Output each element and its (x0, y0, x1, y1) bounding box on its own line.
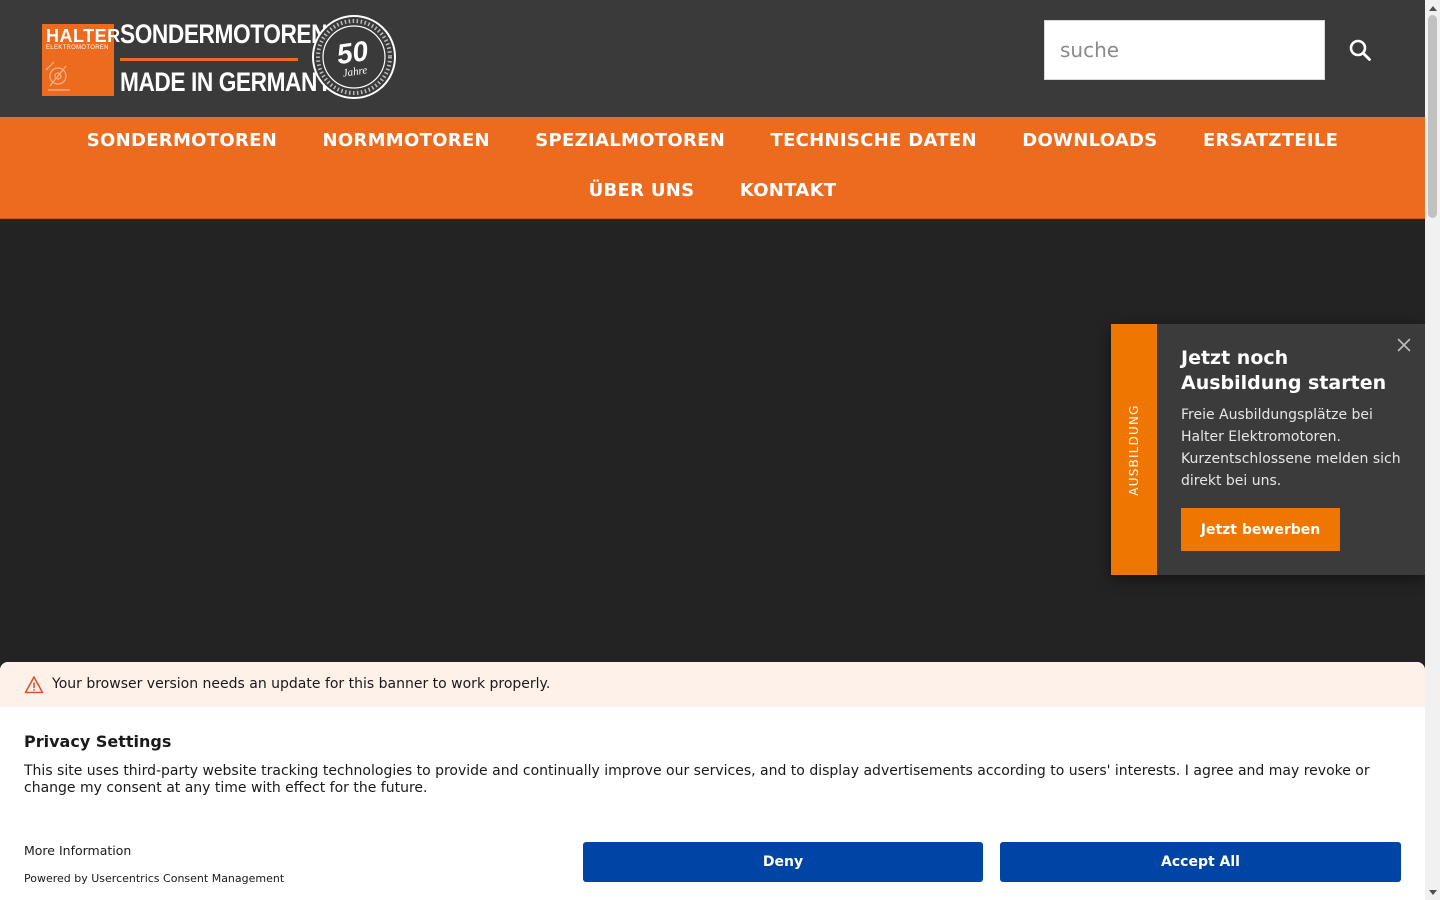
consent-title: Privacy Settings (24, 732, 172, 751)
nav-item-ueber-uns[interactable]: ÜBER UNS (566, 179, 717, 203)
logo-divider (120, 58, 298, 61)
deny-button[interactable]: Deny (583, 842, 983, 882)
ausbildung-popup: AUSBILDUNG Jetzt noch Ausbildung starten… (1111, 324, 1425, 575)
popup-side-tab[interactable]: AUSBILDUNG (1111, 324, 1157, 575)
nav-item-sondermotoren[interactable]: SONDERMOTOREN (64, 129, 300, 153)
nav-item-downloads[interactable]: DOWNLOADS (1000, 129, 1181, 153)
site-header: HALTER ELEKTROMOTOREN SONDERMOTOREN MADE… (0, 0, 1425, 117)
nav-row-primary: SONDERMOTOREN NORMMOTOREN SPEZIALMOTOREN… (0, 129, 1425, 153)
search-box (1044, 20, 1325, 80)
more-information-link[interactable]: More Information (24, 843, 131, 858)
motor-icon (45, 61, 70, 91)
anniversary-seal-icon: 50 Jahre (312, 15, 396, 99)
browser-warning-bar: Your browser version needs an update for… (0, 662, 1425, 707)
search-button[interactable] (1340, 30, 1380, 70)
logo-line-made-in-germany: MADE IN GERMANY (120, 67, 332, 97)
nav-item-spezialmotoren[interactable]: SPEZIALMOTOREN (513, 129, 748, 153)
accept-all-button[interactable]: Accept All (1000, 842, 1401, 882)
warning-triangle-icon (24, 676, 44, 694)
chevron-up-icon (1428, 5, 1437, 11)
page-scrollbar[interactable] (1425, 0, 1440, 900)
logo-brand-sub: ELEKTROMOTOREN (46, 45, 109, 51)
nav-item-technische-daten[interactable]: TECHNISCHE DATEN (748, 129, 1000, 153)
popup-title: Jetzt noch Ausbildung starten (1181, 347, 1387, 394)
popup-text: Freie Ausbildungsplätze bei Halter Elekt… (1181, 407, 1401, 489)
nav-item-ersatzteile[interactable]: ERSATZTEILE (1180, 129, 1361, 153)
scrollbar-thumb[interactable] (1428, 15, 1437, 218)
privacy-consent-banner: Your browser version needs an update for… (0, 662, 1425, 900)
logo-line-sondermotoren: SONDERMOTOREN (120, 19, 328, 49)
logo-badge: HALTER ELEKTROMOTOREN (42, 24, 120, 96)
apply-now-button[interactable]: Jetzt bewerben (1181, 508, 1340, 551)
nav-item-normmotoren[interactable]: NORMMOTOREN (300, 129, 513, 153)
popup-tab-label: AUSBILDUNG (1127, 404, 1141, 496)
search-icon (1349, 39, 1371, 61)
scroll-up-arrow[interactable] (1425, 0, 1440, 15)
chevron-down-icon (1428, 889, 1437, 895)
nav-row-secondary: ÜBER UNS KONTAKT (0, 179, 1425, 203)
consent-description: This site uses third-party website track… (24, 763, 1370, 796)
search-input[interactable] (1045, 21, 1324, 79)
main-navigation: SONDERMOTOREN NORMMOTOREN SPEZIALMOTOREN… (0, 117, 1425, 219)
browser-warning-text: Your browser version needs an update for… (52, 676, 551, 692)
scroll-down-arrow[interactable] (1425, 885, 1440, 900)
site-logo[interactable]: HALTER ELEKTROMOTOREN SONDERMOTOREN MADE… (42, 14, 397, 99)
powered-by-text: Powered by Usercentrics Consent Manageme… (24, 872, 285, 885)
nav-item-kontakt[interactable]: KONTAKT (717, 179, 859, 203)
logo-brand: HALTER (46, 26, 121, 46)
